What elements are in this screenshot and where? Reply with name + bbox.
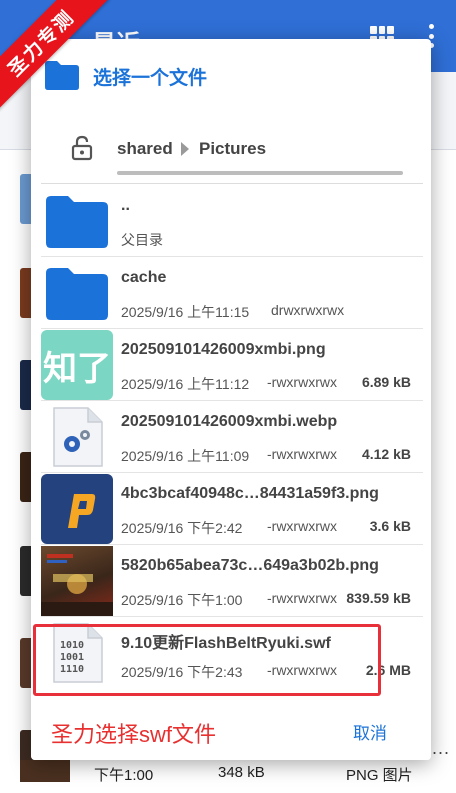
file-date: 2025/9/16 上午11:09	[121, 448, 250, 464]
chevron-right-icon	[181, 142, 189, 156]
file-permissions: -rwxrwxrwx	[267, 590, 337, 606]
file-name: 4bc3bcaf40948c…84431a59f3.png	[121, 485, 379, 502]
game-screenshot-thumbnail	[41, 546, 113, 616]
divider	[41, 183, 423, 184]
file-permissions: -rwxrwxrwx	[267, 374, 337, 390]
binary-file-icon: 1010 1001 1110	[41, 618, 113, 688]
settings-file-icon	[41, 402, 113, 472]
dialog-header: 选择一个文件	[31, 39, 431, 109]
list-item-cache[interactable]: cache 2025/9/16 上午11:15 drwxrwxrwx	[41, 257, 423, 329]
folder-icon	[41, 186, 113, 256]
list-item-file[interactable]: 4bc3bcaf40948c…84431a59f3.png 2025/9/16 …	[41, 473, 423, 545]
file-permissions: -rwxrwxrwx	[267, 446, 337, 462]
dialog-title: 选择一个文件	[93, 68, 208, 89]
file-size: 3.6 kB	[369, 518, 411, 534]
binary-line: 1110	[60, 664, 84, 675]
file-picker-dialog: 选择一个文件 shared Pictures .. 父目录 cache 2025…	[31, 39, 431, 760]
list-item-file[interactable]: 5820b65abea73c…649a3b02b.png 2025/9/16 下…	[41, 545, 423, 617]
file-size: 4.12 kB	[361, 446, 411, 462]
list-item-file[interactable]: 202509101426009xmbi.webp 2025/9/16 上午11:…	[41, 401, 423, 473]
path-scrollbar[interactable]	[117, 171, 403, 175]
file-permissions: -rwxrwxrwx	[267, 518, 337, 534]
background-size: 348 kB	[218, 764, 265, 781]
file-date: 2025/9/16 上午11:12	[121, 376, 250, 392]
zhiliao-thumbnail: 知了	[41, 330, 113, 400]
background-more: ...	[432, 738, 451, 758]
file-name: 202509101426009xmbi.png	[121, 341, 326, 358]
file-date: 2025/9/16 下午2:43	[121, 664, 243, 680]
file-permissions: drwxrwxrwx	[271, 302, 345, 318]
binary-line: 1001	[60, 652, 84, 663]
breadcrumb-pictures[interactable]: Pictures	[199, 139, 266, 159]
thumbnail-text: 知了	[43, 348, 111, 389]
breadcrumb-shared[interactable]: shared	[117, 139, 173, 159]
file-date: 2025/9/16 下午1:00	[121, 592, 243, 608]
dialog-footer: 圣力选择swf文件 取消	[31, 701, 431, 760]
annotation-text: 圣力选择swf文件	[51, 722, 217, 747]
file-date: 2025/9/16 下午2:42	[121, 520, 243, 536]
file-name: cache	[121, 269, 167, 286]
list-item-swf-file[interactable]: 1010 1001 1110 9.10更新FlashBeltRyuki.swf …	[41, 617, 423, 689]
file-name: 5820b65abea73c…649a3b02b.png	[121, 557, 379, 574]
file-name: ..	[121, 197, 130, 214]
cancel-button[interactable]: 取消	[353, 719, 387, 744]
folder-icon	[41, 258, 113, 328]
background-thumbnail[interactable]	[20, 760, 70, 782]
list-item-file[interactable]: 知了 202509101426009xmbi.png 2025/9/16 上午1…	[41, 329, 423, 401]
unlock-icon[interactable]	[71, 135, 93, 166]
file-size: 6.89 kB	[361, 374, 411, 390]
binary-line: 1010	[60, 640, 84, 651]
file-name: 202509101426009xmbi.webp	[121, 413, 338, 430]
file-permissions: -rwxrwxrwx	[267, 662, 337, 678]
background-time: 下午1:00	[94, 767, 154, 784]
folder-icon	[43, 59, 81, 96]
file-size: 2.6 MB	[365, 662, 411, 678]
orange-logo-thumbnail	[41, 474, 113, 544]
file-date: 2025/9/16 上午11:15	[121, 304, 250, 320]
list-item-parent-directory[interactable]: .. 父目录	[41, 185, 423, 257]
file-subtitle: 父目录	[121, 232, 163, 248]
file-size: 839.59 kB	[346, 590, 411, 606]
file-name: 9.10更新FlashBeltRyuki.swf	[121, 635, 331, 652]
breadcrumb: shared Pictures	[31, 123, 431, 177]
background-type: PNG 图片	[346, 767, 413, 784]
